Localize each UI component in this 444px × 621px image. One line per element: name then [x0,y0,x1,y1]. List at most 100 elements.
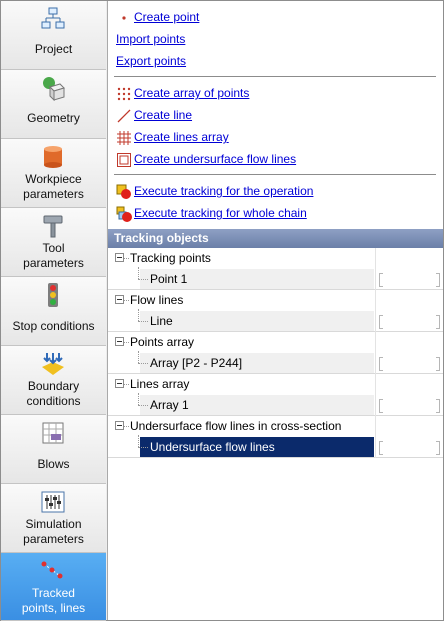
project-tree-icon [41,7,65,29]
column-divider [375,374,376,395]
sidebar-item-label: Blows [37,457,70,471]
tree-group-label: Lines array [130,377,190,391]
tree-connector [138,405,148,406]
tree-group-points-array[interactable]: Points array [108,332,443,353]
tree-item-array-1[interactable]: Array 1 [108,393,443,416]
geometry-cube-icon [43,77,65,101]
export-points-link[interactable]: Export points [116,54,186,68]
create-undersurface-action[interactable]: Create undersurface flow lines [116,150,296,168]
line-icon [116,108,132,124]
tree-group-undersurface-flow-lines[interactable]: Undersurface flow lines in cross-section [108,416,443,437]
create-point-link[interactable]: Create point [134,10,199,24]
collapse-toggle-icon[interactable] [115,295,124,304]
collapse-toggle-icon[interactable] [115,337,124,346]
separator [114,174,436,175]
sidebar-item-tracked-points-lines[interactable]: Tracked points, lines [1,553,106,621]
execute-chain-link[interactable]: Execute tracking for whole chain [134,206,307,220]
column-divider [375,311,376,332]
lines-array-icon [116,130,132,146]
import-points-link[interactable]: Import points [116,32,185,46]
sidebar-item-boundary-conditions[interactable]: Boundary conditions [1,346,106,415]
tree-item-line[interactable]: Line [108,309,443,332]
column-divider [375,290,376,311]
tree-item-point-1[interactable]: Point 1 [108,267,443,290]
tree-group-tracking-points[interactable]: Tracking points [108,248,443,269]
point-array-icon [116,86,132,102]
value-cell[interactable] [379,399,440,413]
tree-item-label: Undersurface flow lines [150,440,275,454]
sidebar-item-label: Stop conditions [12,319,95,333]
tracking-objects-header: Tracking objects [108,229,443,248]
tree-item-label: Array 1 [150,398,189,412]
collapse-toggle-icon[interactable] [115,253,124,262]
collapse-toggle-icon[interactable] [115,421,124,430]
column-divider [375,395,376,416]
export-points-action[interactable]: Export points [116,52,186,70]
tree-connector [138,279,148,280]
sidebar-item-project[interactable]: Project [1,1,106,70]
tree-connector [124,342,129,343]
create-line-action[interactable]: Create line [116,106,192,124]
sidebar-item-simulation-parameters[interactable]: Simulation parameters [1,484,106,553]
sidebar-item-stop-conditions[interactable]: Stop conditions [1,277,106,346]
tree-item-undersurface-flow-lines[interactable]: Undersurface flow lines [108,435,443,458]
value-cell[interactable] [379,315,440,329]
tree-item-label: Point 1 [150,272,188,286]
tree-group-lines-array[interactable]: Lines array [108,374,443,395]
tree-group-label: Undersurface flow lines in cross-section [130,419,342,433]
column-divider [375,416,376,437]
sidebar-item-label: Geometry [27,111,80,125]
column-divider [375,269,376,290]
sidebar: Project Geometry Workpiece parameters To… [1,1,108,621]
tree-connector [138,309,139,321]
collapse-toggle-icon[interactable] [115,379,124,388]
create-line-link[interactable]: Create line [134,108,192,122]
sidebar-item-label: Simulation parameters [23,517,84,546]
execute-tracking-icon [116,184,132,200]
tree-connector [138,435,139,447]
create-array-points-link[interactable]: Create array of points [134,86,249,100]
sidebar-item-label: Tool parameters [23,241,84,270]
create-lines-array-action[interactable]: Create lines array [116,128,229,146]
tree-connector [124,300,129,301]
sidebar-item-workpiece-parameters[interactable]: Workpiece parameters [1,139,106,208]
tree-connector [138,351,139,363]
sidebar-item-blows[interactable]: Blows [1,415,106,484]
tool-hammer-icon [43,215,63,238]
tracking-panel: Create point Import points Export points… [108,1,443,620]
tree-group-flow-lines[interactable]: Flow lines [108,290,443,311]
execute-operation-link[interactable]: Execute tracking for the operation [134,184,313,198]
create-undersurface-link[interactable]: Create undersurface flow lines [134,152,296,166]
column-divider [375,248,376,269]
sidebar-item-label: Boundary conditions [26,379,81,408]
tree-item-bg [140,311,374,331]
column-divider [375,353,376,374]
execute-chain-action[interactable]: Execute tracking for whole chain [116,204,307,222]
undersurface-icon [116,152,132,168]
column-divider [375,437,376,458]
tree-item-array-p2-p244[interactable]: Array [P2 - P244] [108,351,443,374]
sidebar-item-tool-parameters[interactable]: Tool parameters [1,208,106,277]
tree-connector [138,447,148,448]
tree-connector [124,258,129,259]
execute-chain-icon [116,206,132,222]
value-cell[interactable] [379,357,440,371]
separator [114,76,436,77]
import-points-action[interactable]: Import points [116,30,185,48]
tree-connector [138,321,148,322]
workpiece-cylinder-icon [44,146,62,168]
value-cell[interactable] [379,441,440,455]
tree-item-label: Line [150,314,173,328]
create-array-points-action[interactable]: Create array of points [116,84,249,102]
create-lines-array-link[interactable]: Create lines array [134,130,229,144]
sidebar-item-label: Tracked points, lines [21,586,86,615]
value-cell[interactable] [379,273,440,287]
window-frame: Project Geometry Workpiece parameters To… [0,0,444,621]
tree-connector [138,363,148,364]
sliders-icon [41,491,65,513]
tree-group-label: Tracking points [130,251,211,265]
sidebar-item-label: Workpiece parameters [23,172,84,201]
sidebar-item-geometry[interactable]: Geometry [1,70,106,139]
create-point-action[interactable]: Create point [116,8,199,26]
execute-operation-action[interactable]: Execute tracking for the operation [116,182,313,200]
